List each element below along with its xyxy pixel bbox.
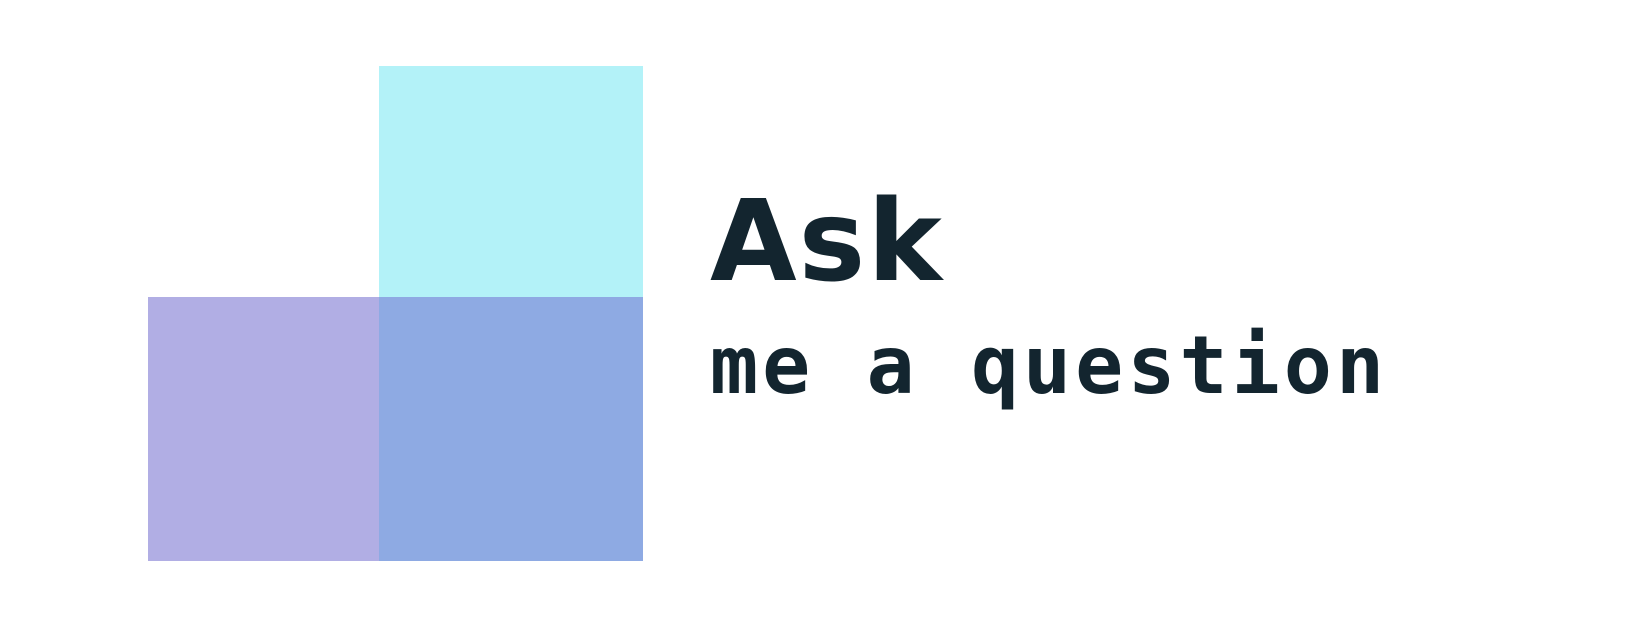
logo-title: Ask [710,177,944,307]
logo-subtitle: me a question [710,319,1389,412]
logo-block-left [148,297,379,561]
logo-block-top [379,66,643,297]
wordmark: Ask me a question [710,186,1410,406]
logo-block-overlap [379,297,643,561]
